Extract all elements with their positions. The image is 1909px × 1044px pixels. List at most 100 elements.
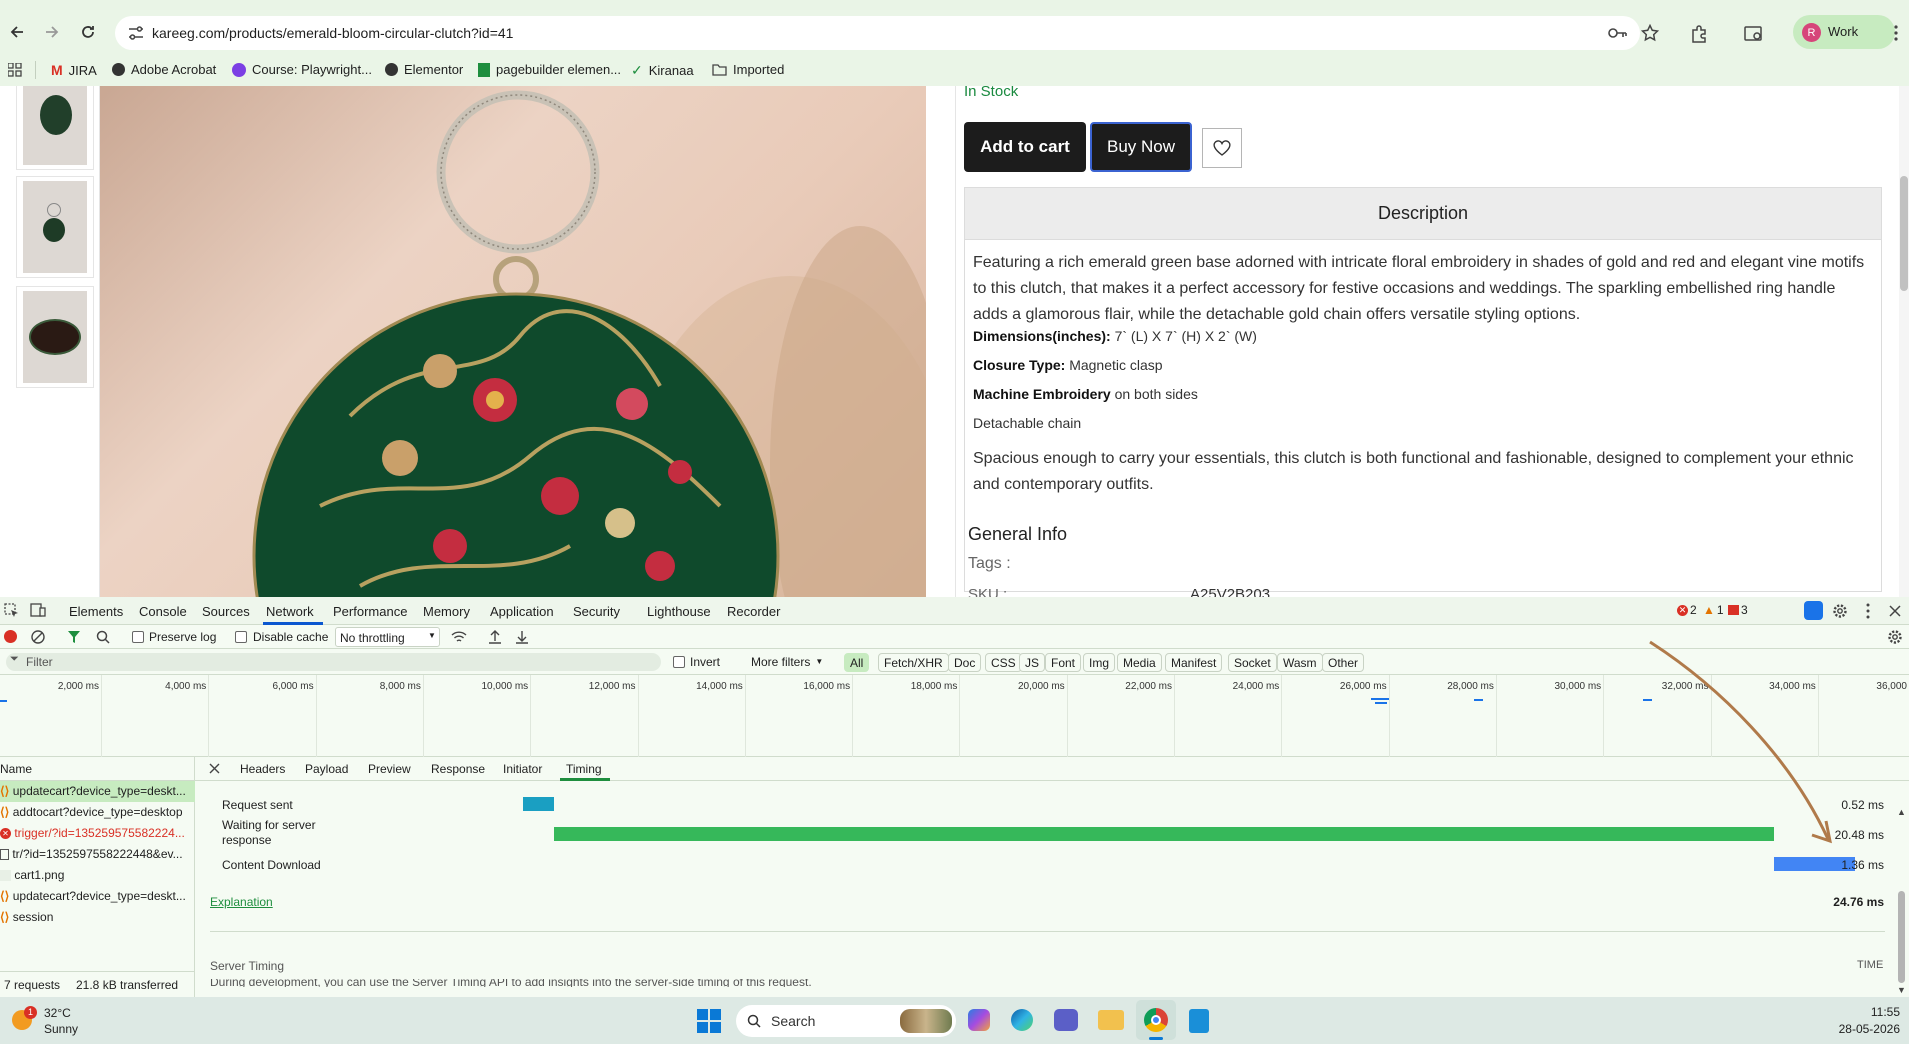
request-row[interactable]: ⟨⟩ addtocart?device_type=desktop bbox=[0, 802, 195, 823]
filter-chip-font[interactable]: Font bbox=[1045, 653, 1082, 672]
tab-initiator[interactable]: Initiator bbox=[503, 762, 542, 776]
close-detail-icon[interactable] bbox=[209, 763, 220, 774]
inspect-element-icon[interactable] bbox=[4, 603, 19, 618]
bookmark-pagebuilder[interactable]: pagebuilder elemen... bbox=[478, 62, 621, 77]
address-bar[interactable]: kareeg.com/products/emerald-bloom-circul… bbox=[115, 16, 1659, 50]
bookmark-jira[interactable]: M JIRA bbox=[51, 62, 97, 78]
tab-timing[interactable]: Timing bbox=[566, 762, 602, 776]
profile-button[interactable]: R Work bbox=[1793, 15, 1895, 49]
tab-recorder[interactable]: Recorder bbox=[727, 604, 780, 619]
filter-chip-fetch-xhr[interactable]: Fetch/XHR bbox=[878, 653, 949, 672]
buy-now-button[interactable]: Buy Now bbox=[1090, 122, 1192, 172]
close-devtools-icon[interactable] bbox=[1889, 605, 1901, 617]
tab-performance[interactable]: Performance bbox=[333, 604, 407, 619]
filter-chip-media[interactable]: Media bbox=[1117, 653, 1162, 672]
tab-sources[interactable]: Sources bbox=[202, 604, 250, 619]
filter-chip-other[interactable]: Other bbox=[1322, 653, 1365, 672]
throttling-select[interactable]: No throttling ▼ bbox=[335, 627, 440, 647]
weather-widget[interactable]: 1 bbox=[10, 1006, 37, 1032]
bookmark-folder-imported[interactable]: Imported bbox=[712, 62, 784, 77]
detail-scrollbar-thumb[interactable] bbox=[1898, 891, 1905, 983]
invert-checkbox[interactable] bbox=[673, 656, 685, 668]
issues-counter[interactable]: 3 bbox=[1728, 603, 1748, 617]
product-thumbnail[interactable] bbox=[16, 286, 94, 388]
product-thumbnail[interactable] bbox=[16, 176, 94, 278]
preserve-log-checkbox[interactable] bbox=[132, 631, 144, 643]
filter-chip-doc[interactable]: Doc bbox=[948, 653, 982, 672]
disable-cache-checkbox[interactable] bbox=[235, 631, 247, 643]
tab-response[interactable]: Response bbox=[431, 762, 485, 776]
request-row[interactable]: tr/?id=1352597558222448&ev... bbox=[0, 844, 195, 865]
settings-gear-icon[interactable] bbox=[1832, 603, 1848, 619]
name-column-header[interactable]: Name bbox=[0, 757, 195, 781]
clear-icon[interactable] bbox=[31, 630, 45, 644]
tab-network[interactable]: Network bbox=[266, 604, 314, 619]
filter-chip-manifest[interactable]: Manifest bbox=[1165, 653, 1223, 672]
detail-scrollbar[interactable]: ▲ ▼ bbox=[1894, 807, 1909, 997]
import-har-icon[interactable] bbox=[488, 629, 502, 644]
tab-console[interactable]: Console bbox=[139, 604, 187, 619]
tab-lighthouse[interactable]: Lighthouse bbox=[647, 604, 711, 619]
wishlist-button[interactable] bbox=[1202, 128, 1242, 168]
network-conditions-icon[interactable] bbox=[451, 630, 467, 644]
page-scrollbar[interactable] bbox=[1899, 86, 1909, 597]
password-key-icon[interactable] bbox=[1607, 26, 1627, 40]
errors-counter[interactable]: ✕ 2 bbox=[1677, 603, 1697, 617]
copilot-icon[interactable] bbox=[968, 1009, 990, 1031]
file-explorer-icon[interactable] bbox=[1098, 1010, 1124, 1030]
explanation-link[interactable]: Explanation bbox=[210, 895, 273, 909]
filter-chip-img[interactable]: Img bbox=[1083, 653, 1116, 672]
network-overview-timeline[interactable]: 2,000 ms 4,000 ms 6,000 ms 8,000 ms 10,000 m… bbox=[0, 675, 1909, 757]
teams-icon[interactable] bbox=[1054, 1009, 1078, 1031]
tab-memory[interactable]: Memory bbox=[423, 604, 470, 619]
bookmark-elementor[interactable]: Elementor bbox=[385, 62, 463, 77]
apps-grid-icon[interactable] bbox=[8, 63, 22, 77]
more-options-icon[interactable] bbox=[1866, 603, 1870, 619]
filter-chip-js[interactable]: JS bbox=[1019, 653, 1046, 672]
forward-button[interactable] bbox=[37, 17, 67, 47]
windows-start-icon[interactable] bbox=[697, 1009, 721, 1033]
request-row[interactable]: ⟨⟩ updatecart?device_type=deskt... bbox=[0, 886, 195, 907]
filter-input[interactable]: ⏷ Filter bbox=[6, 653, 661, 671]
request-row[interactable]: cart1.png bbox=[0, 865, 195, 886]
tab-search-icon[interactable] bbox=[1744, 25, 1764, 43]
record-stop-icon[interactable] bbox=[4, 630, 17, 643]
chrome-taskbar-item[interactable] bbox=[1136, 1000, 1176, 1040]
tab-preview[interactable]: Preview bbox=[368, 762, 411, 776]
tab-payload[interactable]: Payload bbox=[305, 762, 348, 776]
page-scrollbar-thumb[interactable] bbox=[1900, 176, 1908, 291]
request-row[interactable]: ⟨⟩ updatecart?device_type=deskt... bbox=[0, 781, 195, 802]
request-row[interactable]: ✕ trigger/?id=135259575582224... bbox=[0, 823, 195, 844]
tab-elements[interactable]: Elements bbox=[69, 604, 123, 619]
extensions-icon[interactable] bbox=[1690, 25, 1708, 43]
export-har-icon[interactable] bbox=[515, 629, 529, 644]
tab-headers[interactable]: Headers bbox=[240, 762, 285, 776]
ai-assistance-icon[interactable] bbox=[1804, 601, 1823, 620]
warnings-counter[interactable]: ▲ 1 bbox=[1703, 603, 1724, 617]
scroll-down-icon[interactable]: ▼ bbox=[1897, 985, 1906, 995]
search-icon[interactable] bbox=[96, 630, 110, 644]
tab-security[interactable]: Security bbox=[573, 604, 620, 619]
scroll-up-icon[interactable]: ▲ bbox=[1897, 807, 1906, 817]
product-thumbnail[interactable] bbox=[16, 86, 94, 170]
device-toolbar-icon[interactable] bbox=[30, 603, 46, 618]
taskbar-search[interactable]: Search bbox=[736, 1005, 956, 1037]
more-filters-dropdown[interactable]: More filters ▼ bbox=[751, 655, 823, 669]
bookmark-adobe-acrobat[interactable]: Adobe Acrobat bbox=[112, 62, 216, 77]
filter-funnel-icon[interactable] bbox=[67, 630, 81, 644]
network-settings-icon[interactable] bbox=[1887, 629, 1903, 645]
filter-chip-css[interactable]: CSS bbox=[985, 653, 1022, 672]
edge-browser-icon[interactable] bbox=[1011, 1009, 1033, 1031]
request-row[interactable]: ⟨⟩ session bbox=[0, 907, 195, 928]
back-button[interactable] bbox=[2, 17, 32, 47]
filter-chip-wasm[interactable]: Wasm bbox=[1277, 653, 1323, 672]
description-heading[interactable]: Description bbox=[965, 188, 1881, 240]
bookmark-kiranaa[interactable]: ✓ Kiranaa bbox=[631, 62, 694, 79]
add-to-cart-button[interactable]: Add to cart bbox=[964, 122, 1086, 172]
menu-kebab-icon[interactable] bbox=[1894, 25, 1898, 41]
url-text[interactable]: kareeg.com/products/emerald-bloom-circul… bbox=[152, 25, 513, 41]
filter-chip-all[interactable]: All bbox=[844, 653, 870, 672]
filter-chip-socket[interactable]: Socket bbox=[1228, 653, 1277, 672]
tab-application[interactable]: Application bbox=[490, 604, 554, 619]
bookmark-course-playwright[interactable]: Course: Playwright... bbox=[232, 62, 372, 77]
